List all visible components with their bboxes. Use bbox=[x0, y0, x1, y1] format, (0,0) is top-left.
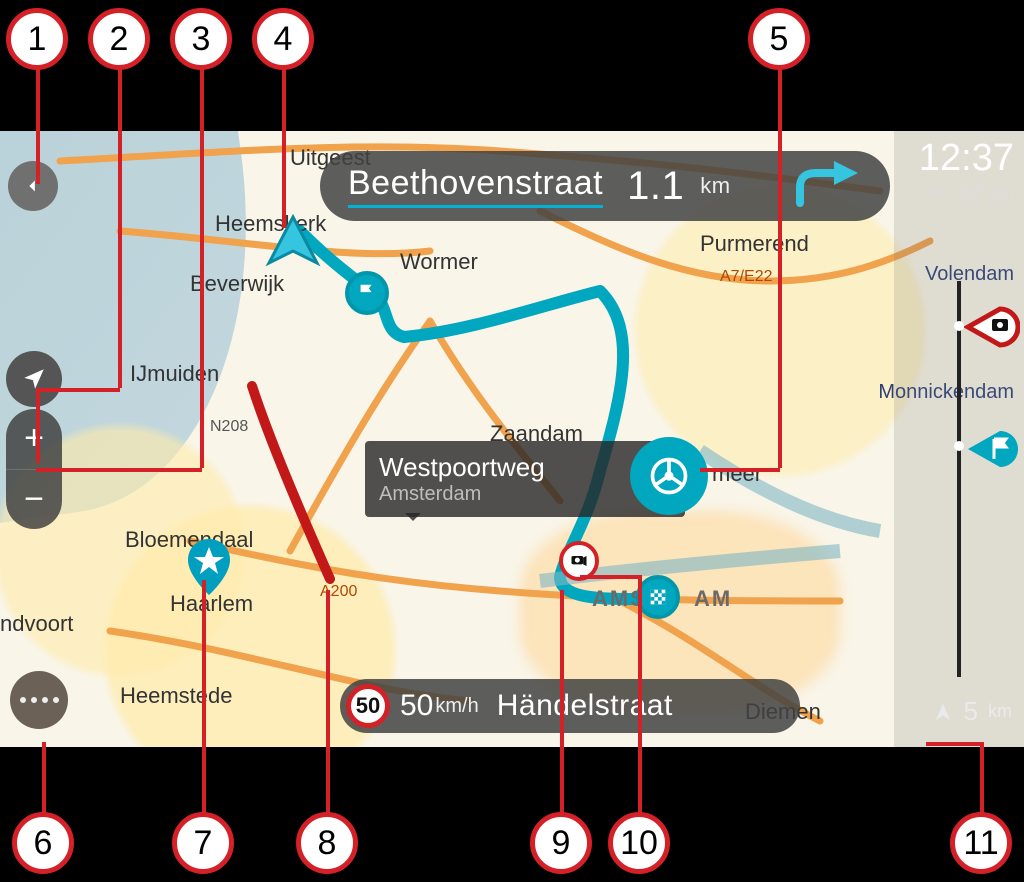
routebar-position: 5 km bbox=[932, 696, 1012, 727]
callout-7: 7 bbox=[172, 812, 234, 874]
city-purmerend: Purmerend bbox=[700, 231, 809, 257]
leader-5 bbox=[778, 68, 782, 468]
leader-6 bbox=[42, 742, 46, 814]
callout-3: 3 bbox=[170, 8, 232, 70]
leader-2b bbox=[36, 388, 120, 392]
instruction-panel[interactable]: Beethovenstraat 1.1 km bbox=[320, 151, 890, 221]
leader-1 bbox=[36, 68, 40, 184]
callout-9: 9 bbox=[530, 812, 592, 874]
more-icon bbox=[20, 697, 59, 703]
leader-3b bbox=[36, 468, 202, 472]
callout-4: 4 bbox=[252, 8, 314, 70]
callout-2: 2 bbox=[88, 8, 150, 70]
current-street: Händelstraat bbox=[497, 689, 673, 723]
callout-10: 10 bbox=[608, 812, 670, 874]
callout-5: 5 bbox=[748, 8, 810, 70]
leader-2 bbox=[118, 68, 122, 388]
leader-7 bbox=[202, 580, 206, 814]
route-destination-marker[interactable] bbox=[636, 575, 680, 619]
leader-4 bbox=[282, 68, 286, 228]
selected-location-name: Westpoortweg bbox=[379, 452, 545, 483]
zoom-in-button[interactable]: + bbox=[6, 409, 62, 470]
callout-6: 6 bbox=[12, 812, 74, 874]
callout-1: 1 bbox=[6, 8, 68, 70]
city-zandvoort: ndvoort bbox=[0, 611, 73, 637]
position-arrow-icon bbox=[932, 701, 954, 723]
leader-10 bbox=[638, 575, 642, 814]
speed-unit: km/h bbox=[435, 695, 478, 718]
view-switch-button[interactable] bbox=[6, 351, 62, 407]
map-viewport[interactable]: N208 A200 A7/E22 Uitgeest Heemskerk Beve… bbox=[0, 131, 1024, 747]
callout-8: 8 bbox=[296, 812, 358, 874]
route-bar-line bbox=[957, 281, 961, 677]
road-label-a7e22: A7/E22 bbox=[720, 268, 773, 285]
leader-10b bbox=[580, 575, 640, 579]
scale-value: 5 bbox=[964, 696, 978, 727]
leader-11b bbox=[926, 742, 982, 746]
leader-2c bbox=[36, 388, 40, 463]
next-distance: 1.1 bbox=[627, 164, 684, 209]
leader-8 bbox=[326, 590, 330, 814]
speed-limit-sign: 50 bbox=[346, 684, 390, 728]
speed-panel[interactable]: 50 50 km/h Händelstraat bbox=[340, 679, 800, 733]
city-heemstede: Heemstede bbox=[120, 683, 233, 709]
main-menu-button[interactable] bbox=[10, 671, 68, 729]
scale-unit: km bbox=[988, 701, 1012, 722]
city-ijmuiden: IJmuiden bbox=[130, 361, 219, 387]
current-location-icon bbox=[263, 213, 323, 278]
destination-icon bbox=[925, 186, 947, 202]
remaining-distance: 32 bbox=[955, 180, 982, 208]
road-label-n208: N208 bbox=[210, 418, 248, 435]
remaining-unit: km bbox=[990, 184, 1014, 205]
next-street: Beethovenstraat bbox=[348, 164, 603, 208]
routebar-camera-pin[interactable] bbox=[964, 305, 1020, 354]
arrival-panel[interactable]: 12:37 32 km bbox=[919, 137, 1014, 208]
city-wormer: Wormer bbox=[400, 249, 478, 275]
next-distance-unit: km bbox=[700, 173, 730, 199]
city-amsterdam-suffix: AM bbox=[694, 586, 732, 612]
back-button[interactable] bbox=[8, 161, 58, 211]
zoom-out-button[interactable]: − bbox=[6, 470, 62, 530]
leader-9 bbox=[560, 590, 564, 814]
leader-11 bbox=[980, 742, 984, 814]
route-bar[interactable]: 12:37 32 km 5 km bbox=[894, 131, 1024, 747]
callout-11: 11 bbox=[950, 812, 1012, 874]
current-speed: 50 bbox=[400, 689, 433, 723]
route-start-marker[interactable] bbox=[345, 271, 389, 315]
drive-here-button[interactable] bbox=[630, 437, 708, 515]
city-meer: meer bbox=[712, 461, 762, 487]
leader-3 bbox=[200, 68, 204, 468]
favorite-marker[interactable] bbox=[186, 539, 232, 595]
turn-right-icon bbox=[792, 161, 862, 211]
routebar-stop-pin[interactable] bbox=[964, 427, 1020, 476]
leader-5b bbox=[700, 468, 780, 472]
arrival-time: 12:37 bbox=[919, 137, 1014, 180]
selected-location-city: Amsterdam bbox=[379, 483, 545, 506]
